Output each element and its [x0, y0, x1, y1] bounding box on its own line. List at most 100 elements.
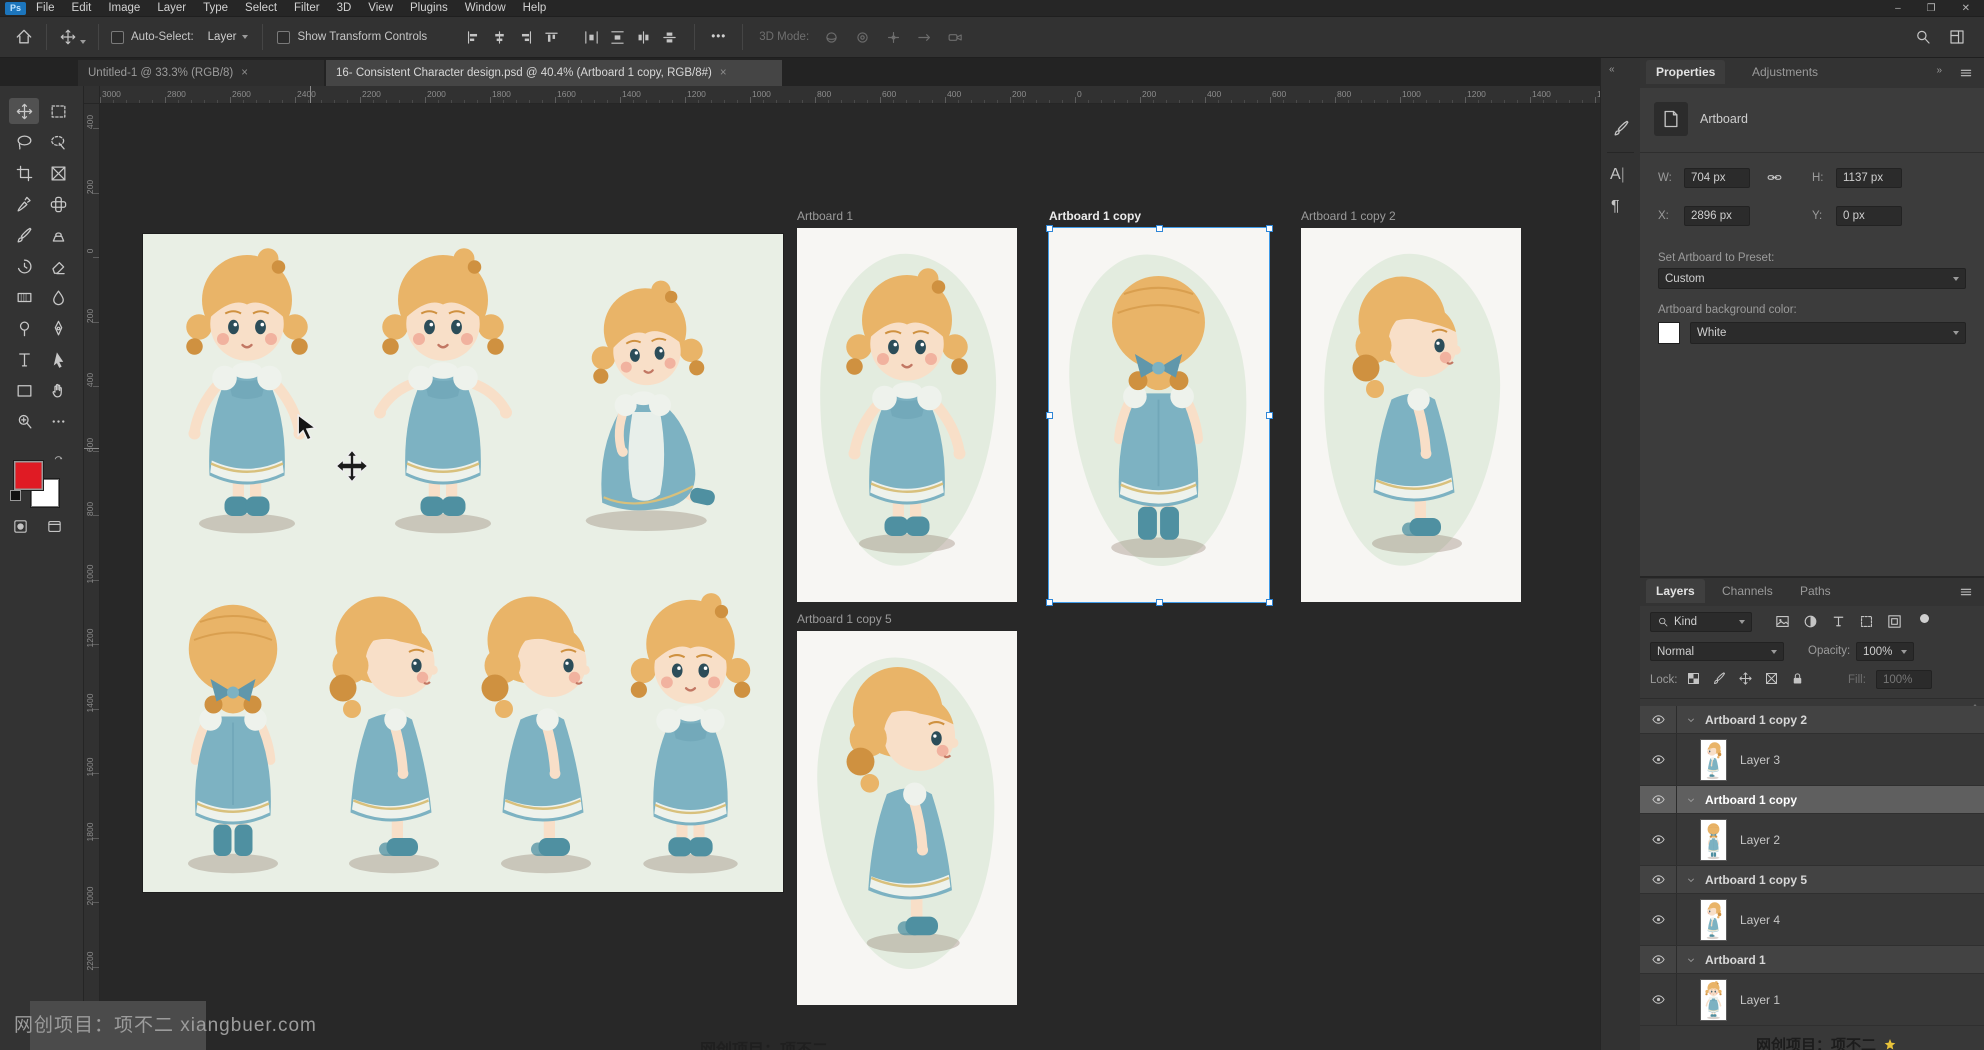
ruler-corner[interactable] — [84, 86, 100, 104]
lock-artboard-icon[interactable] — [1764, 671, 1779, 686]
layer-group-name[interactable]: Artboard 1 — [1705, 953, 1766, 967]
eyedropper-tool[interactable] — [9, 191, 39, 217]
expand-chevron-icon[interactable] — [1685, 714, 1697, 726]
canvas[interactable]: Artboard 1 Artboard 1 copy Artboard 1 co… — [100, 104, 1600, 1050]
collapse-dock-icon[interactable]: « — [1609, 64, 1615, 75]
menu-item-image[interactable]: Image — [108, 2, 140, 14]
character-panel-icon[interactable]: A| — [1610, 166, 1625, 184]
visibility-eye-icon[interactable] — [1640, 946, 1677, 973]
expand-chevron-icon[interactable] — [1685, 874, 1697, 886]
visibility-eye-icon[interactable] — [1640, 786, 1677, 813]
workspace-switcher-icon[interactable] — [1948, 28, 1966, 46]
lock-transparency-icon[interactable] — [1686, 671, 1701, 686]
menu-item-file[interactable]: File — [36, 2, 55, 14]
more-options-button[interactable]: ••• — [711, 31, 726, 43]
paragraph-panel-icon[interactable]: ¶ — [1611, 198, 1620, 216]
hand-tool[interactable] — [43, 377, 73, 403]
opacity-dropdown[interactable]: 100% — [1856, 642, 1914, 661]
brushes-panel-icon[interactable] — [1609, 116, 1633, 140]
width-field[interactable]: 704 px — [1684, 168, 1750, 188]
search-icon[interactable] — [1914, 28, 1932, 46]
layer-group-row[interactable]: Artboard 1 copy 5 — [1640, 866, 1984, 894]
panel-menu-icon[interactable] — [1958, 65, 1974, 81]
selection-handle[interactable] — [1156, 225, 1163, 232]
photoshop-logo-icon[interactable]: Ps — [5, 2, 26, 15]
menu-item-plugins[interactable]: Plugins — [410, 2, 448, 14]
layer-thumbnail[interactable] — [1701, 820, 1726, 860]
fill-dropdown[interactable]: 100% — [1876, 670, 1932, 689]
layer-group-name[interactable]: Artboard 1 copy — [1705, 793, 1797, 807]
path-selection-tool[interactable] — [43, 346, 73, 372]
layer-thumbnail[interactable] — [1701, 980, 1726, 1020]
selection-handle[interactable] — [1266, 412, 1273, 419]
artboard[interactable] — [797, 631, 1017, 1005]
selection-handle[interactable] — [1156, 599, 1163, 606]
layer-name[interactable]: Layer 4 — [1740, 913, 1780, 927]
layer-name[interactable]: Layer 2 — [1740, 833, 1780, 847]
document-tab-1[interactable]: Untitled-1 @ 33.3% (RGB/8)× — [78, 60, 324, 86]
tab-paths[interactable]: Paths — [1790, 579, 1841, 603]
artboard-bg-swatch[interactable] — [1658, 322, 1680, 344]
artboard-label[interactable]: Artboard 1 — [797, 209, 853, 223]
tab-properties[interactable]: Properties — [1646, 60, 1725, 84]
align-distx-icon[interactable] — [635, 29, 652, 46]
selection-handle[interactable] — [1266, 599, 1273, 606]
zoom-tool[interactable] — [9, 408, 39, 434]
artboard[interactable] — [1049, 228, 1269, 602]
expand-panel-icon[interactable]: » — [1936, 65, 1942, 76]
expand-chevron-icon[interactable] — [1685, 954, 1697, 966]
align-alignc-icon[interactable] — [491, 29, 508, 46]
home-icon[interactable] — [14, 27, 34, 47]
filter-smart-objects-icon[interactable] — [1886, 613, 1903, 630]
layer-thumbnail[interactable] — [1701, 900, 1726, 940]
crop-tool[interactable] — [9, 160, 39, 186]
brush-tool[interactable] — [9, 222, 39, 248]
expand-chevron-icon[interactable] — [1685, 794, 1697, 806]
menu-item-filter[interactable]: Filter — [294, 2, 320, 14]
close-button[interactable]: ✕ — [1962, 3, 1970, 14]
minimize-button[interactable]: – — [1895, 3, 1901, 14]
layer-group-name[interactable]: Artboard 1 copy 2 — [1705, 713, 1807, 727]
preset-dropdown[interactable]: Custom — [1658, 268, 1966, 289]
visibility-eye-icon[interactable] — [1640, 894, 1677, 945]
align-disth-icon[interactable] — [583, 29, 600, 46]
frame-tool[interactable] — [43, 160, 73, 186]
filter-toggle-icon[interactable] — [1920, 614, 1929, 623]
x-field[interactable]: 2896 px — [1684, 206, 1750, 226]
tab-layers[interactable]: Layers — [1646, 579, 1705, 603]
layer-name[interactable]: Layer 1 — [1740, 993, 1780, 1007]
filter-shape-layers-icon[interactable] — [1858, 613, 1875, 630]
menu-item-3d[interactable]: 3D — [337, 2, 352, 14]
layer-row[interactable]: Layer 2 — [1640, 814, 1984, 866]
layer-filter-dropdown[interactable]: Kind — [1650, 612, 1752, 632]
show-transform-checkbox[interactable] — [277, 31, 290, 44]
align-distv-icon[interactable] — [609, 29, 626, 46]
tab-close-icon[interactable]: × — [241, 67, 248, 79]
layer-thumbnail[interactable] — [1701, 740, 1726, 780]
auto-select-checkbox[interactable] — [111, 31, 124, 44]
artboard-label[interactable]: Artboard 1 copy 2 — [1301, 209, 1396, 223]
align-alignr-icon[interactable] — [517, 29, 534, 46]
move-tool[interactable] — [9, 98, 39, 124]
restore-button[interactable]: ❐ — [1927, 3, 1936, 14]
layers-panel-menu-icon[interactable] — [1958, 584, 1974, 600]
gradient-tool[interactable] — [9, 284, 39, 310]
layer-row[interactable]: Layer 1 — [1640, 974, 1984, 1026]
menu-item-window[interactable]: Window — [465, 2, 506, 14]
visibility-eye-icon[interactable] — [1640, 974, 1677, 1025]
screen-mode-icon[interactable] — [46, 518, 63, 535]
auto-select-target-dropdown[interactable]: Layer — [208, 31, 237, 43]
lock-position-icon[interactable] — [1738, 671, 1753, 686]
menu-item-edit[interactable]: Edit — [72, 2, 92, 14]
layer-row[interactable]: Layer 3 — [1640, 734, 1984, 786]
swap-colors-icon[interactable] — [52, 454, 65, 467]
filter-type-layers-icon[interactable] — [1830, 613, 1847, 630]
layer-name[interactable]: Layer 3 — [1740, 753, 1780, 767]
selection-handle[interactable] — [1266, 225, 1273, 232]
tab-channels[interactable]: Channels — [1712, 579, 1783, 603]
artboard[interactable] — [1301, 228, 1521, 602]
tab-adjustments[interactable]: Adjustments — [1742, 60, 1828, 84]
visibility-eye-icon[interactable] — [1640, 814, 1677, 865]
menu-item-select[interactable]: Select — [245, 2, 277, 14]
vertical-ruler[interactable]: 4002000200400600800100012001400160018002… — [84, 104, 100, 1050]
